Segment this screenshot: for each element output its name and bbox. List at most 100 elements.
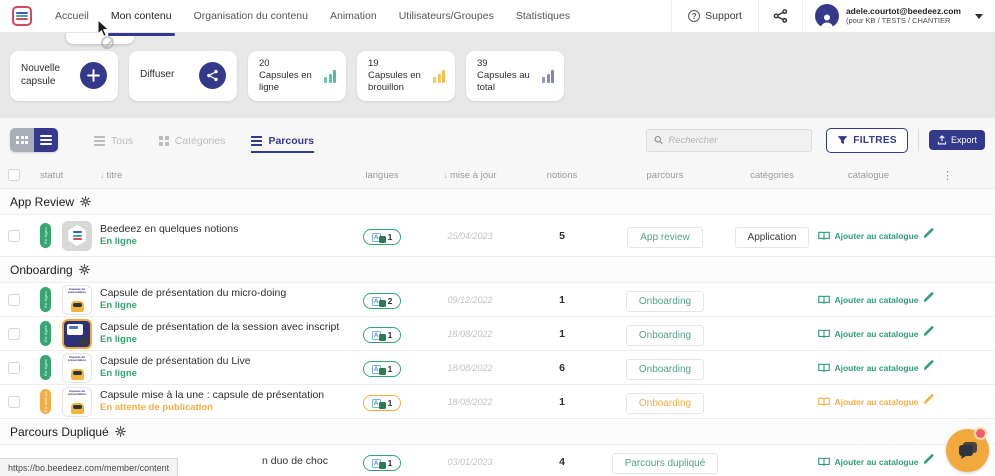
row-checkbox[interactable] — [8, 293, 20, 306]
funnel-icon — [838, 135, 848, 144]
header-mise-a-jour[interactable]: ↓ mise à jour — [444, 170, 497, 181]
table-row[interactable]: En ligne Capsule de présentation Capsule… — [0, 351, 995, 385]
table-row[interactable]: En attente Capsule de présentation Capsu… — [0, 385, 995, 419]
content-toolbar: Tous Catégories Parcours FILTRES Export — [0, 118, 995, 162]
status-url-tooltip: https://bo.beedeez.com/member/content — [0, 458, 179, 476]
parcours-chip[interactable]: Parcours dupliqué — [611, 452, 719, 474]
row-checkbox[interactable] — [8, 327, 20, 340]
nav-item-mon-contenu[interactable]: Mon contenu — [100, 0, 183, 36]
add-to-catalogue-link[interactable]: Ajouter au catalogue — [818, 363, 919, 373]
header-catalogue: catalogue — [847, 169, 890, 181]
beedeez-logo-icon[interactable] — [12, 6, 32, 26]
tab-cat-gories[interactable]: Catégories — [159, 135, 225, 153]
languages-count: 2 — [387, 296, 393, 307]
nav-item-animation[interactable]: Animation — [319, 0, 388, 32]
add-to-catalogue-link[interactable]: Ajouter au catalogue — [818, 231, 919, 241]
row-checkbox[interactable] — [8, 361, 20, 374]
row-checkbox[interactable] — [8, 229, 20, 242]
grid-view-button[interactable] — [10, 128, 34, 152]
updated-date: 09/12/2022 — [447, 294, 493, 305]
tab-label: Catégories — [174, 135, 226, 147]
nav-item-label: Utilisateurs/Groupes — [398, 10, 494, 22]
stat-text: 19 Capsules en brouillon — [368, 58, 433, 93]
book-icon — [818, 295, 831, 304]
stat-value: 39 — [477, 57, 488, 69]
edit-button[interactable] — [922, 393, 935, 411]
filters-button[interactable]: FILTRES — [826, 127, 908, 153]
nav-item-organisation-du-contenu[interactable]: Organisation du contenu — [183, 0, 319, 32]
capsule-title[interactable]: Capsule de présentation du Live — [100, 355, 340, 368]
export-button[interactable]: Export — [928, 130, 985, 150]
pencil-icon — [923, 325, 934, 336]
edit-button[interactable] — [922, 453, 935, 471]
nav-item-utilisateurs-groupes[interactable]: Utilisateurs/Groupes — [388, 0, 505, 32]
table-section: Onboarding En ligne Capsule de présentat… — [0, 257, 995, 419]
parcours-chip[interactable]: Onboarding — [625, 324, 705, 346]
section-gear-button[interactable] — [114, 426, 126, 437]
nav-item-label: Organisation du contenu — [193, 10, 308, 22]
status-pill: En attente — [40, 389, 51, 414]
new-capsule-button[interactable]: Nouvelle capsule — [10, 50, 118, 101]
add-to-catalogue-link[interactable]: Ajouter au catalogue — [818, 329, 919, 339]
support-button[interactable]: ? Support — [671, 0, 759, 32]
add-to-catalogue-link[interactable]: Ajouter au catalogue — [818, 397, 919, 407]
search-input[interactable] — [668, 134, 805, 146]
title-cell: Capsule mise à la une : capsule de prése… — [100, 389, 340, 414]
parcours-chip[interactable]: Onboarding — [625, 358, 705, 380]
table-row[interactable]: En ligne Capsule de présentation Capsule… — [0, 283, 995, 317]
list-view-button[interactable] — [34, 128, 58, 152]
capsule-status-text: En attente de publication — [100, 402, 213, 414]
header-titre[interactable]: ↓ titre — [100, 170, 340, 181]
parcours-cell: Onboarding — [625, 358, 705, 380]
translate-icon-secondary — [378, 462, 386, 470]
translate-icon-secondary — [378, 368, 386, 376]
parcours-chip[interactable]: App review — [627, 226, 703, 248]
languages-badge: A 1 — [363, 395, 401, 412]
column-menu-icon[interactable]: ⋮ — [942, 169, 991, 182]
section-title: App Review — [10, 194, 75, 209]
edit-button[interactable] — [922, 359, 935, 377]
row-checkbox[interactable] — [8, 395, 20, 408]
tab-tous[interactable]: Tous — [94, 135, 133, 153]
gear-icon — [114, 426, 126, 437]
languages-count: 1 — [387, 330, 393, 341]
add-to-catalogue-link[interactable]: Ajouter au catalogue — [818, 457, 919, 467]
edit-button[interactable] — [922, 291, 935, 309]
capsule-title[interactable]: n duo de choc — [262, 455, 340, 468]
select-all-checkbox[interactable] — [8, 169, 20, 181]
account-menu[interactable]: adele.courtot@beedeez.com (pour KB / TES… — [803, 4, 983, 28]
capsule-title[interactable]: Capsule de présentation de la session av… — [100, 321, 340, 334]
question-circle-icon: ? — [688, 10, 701, 22]
parcours-chip[interactable]: Onboarding — [625, 392, 705, 414]
parcours-chip[interactable]: Onboarding — [625, 290, 705, 312]
languages-badge: A 1 — [363, 361, 401, 378]
stat-card[interactable]: 19 Capsules en brouillon — [357, 50, 455, 101]
book-icon — [818, 231, 831, 240]
section-gear-button[interactable] — [78, 264, 90, 275]
nav-item-statistiques[interactable]: Statistiques — [505, 0, 581, 32]
capsule-title[interactable]: Capsule mise à la une : capsule de prése… — [100, 389, 340, 402]
stat-card[interactable]: 20 Capsules en ligne — [248, 50, 346, 101]
capsule-title[interactable]: Beedeez en quelques notions — [100, 223, 340, 236]
edit-button[interactable] — [922, 325, 935, 343]
nav-item-accueil[interactable]: Accueil — [44, 0, 100, 32]
account-scope: (pour KB / TESTS / CHANTIER — [845, 15, 951, 25]
tab-parcours[interactable]: Parcours — [251, 135, 314, 153]
book-icon — [818, 397, 831, 406]
capsule-thumbnail — [62, 318, 92, 349]
section-gear-button[interactable] — [80, 196, 91, 207]
stat-card[interactable]: 39 Capsules au total — [466, 50, 564, 101]
table-row[interactable]: En ligne Beedeez en quelques notions En … — [0, 215, 995, 257]
table-row[interactable]: En ligne Capsule de présentation de la s… — [0, 317, 995, 351]
category-chip[interactable]: Application — [734, 226, 810, 248]
add-to-catalogue-link[interactable]: Ajouter au catalogue — [818, 295, 919, 305]
languages-cell: A 2 — [363, 290, 401, 310]
capsule-title[interactable]: Capsule de présentation du micro-doing — [100, 287, 340, 300]
book-icon — [818, 329, 831, 338]
edit-button[interactable] — [922, 227, 935, 245]
diffuse-button[interactable]: Diffuser — [129, 50, 237, 101]
filters-label: FILTRES — [853, 134, 897, 146]
share-network-button[interactable] — [759, 0, 803, 32]
translate-icon-secondary — [378, 402, 386, 410]
chat-widget-button[interactable] — [946, 427, 989, 472]
